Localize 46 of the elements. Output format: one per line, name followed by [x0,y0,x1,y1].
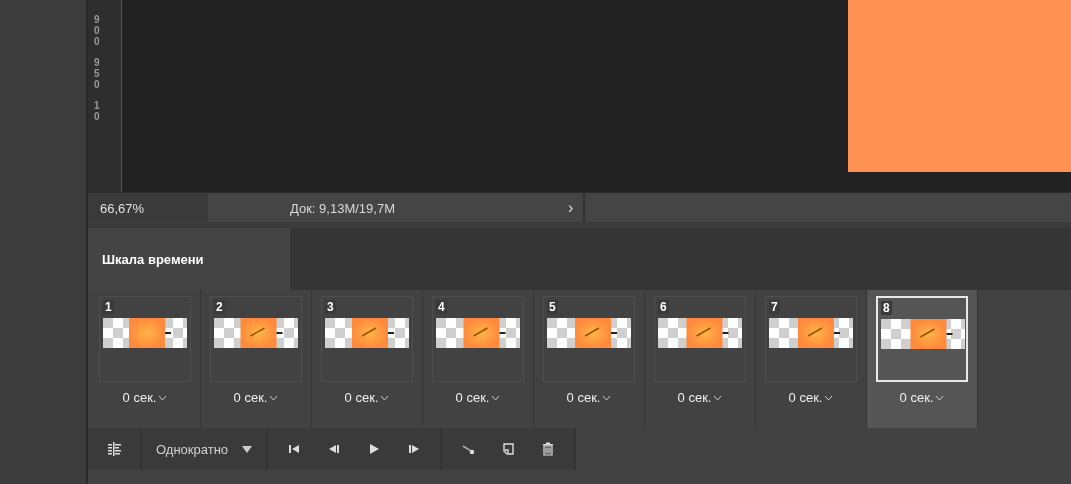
frame-delay-dropdown[interactable]: 0 сек. [673,388,727,407]
frame-number: 8 [881,301,892,315]
animation-frame[interactable]: 1 0 сек. [90,290,201,428]
frame-delay-dropdown[interactable]: 0 сек. [340,388,394,407]
trash-icon [541,442,556,456]
animation-frame[interactable]: 5 0 сек. [534,290,645,428]
animation-frame[interactable]: 6 0 сек. [645,290,756,428]
ruler-label: 10 [94,100,101,122]
chevron-icon [602,394,612,401]
chevron-icon [269,394,279,401]
chevron-icon [491,394,501,401]
ruler-label: 900 [94,14,101,47]
frame-number: 3 [325,300,336,314]
animation-frame[interactable]: 2 0 сек. [201,290,312,428]
tween-icon [461,442,476,456]
chevron-icon [824,394,834,401]
animation-frame[interactable]: 4 0 сек. [423,290,534,428]
skip-back-icon [287,442,302,456]
animation-frame[interactable]: 3 0 сек. [312,290,423,428]
frame-number: 2 [214,300,225,314]
zoom-level: 66,67% [88,193,208,222]
frame-delay-dropdown[interactable]: 0 сек. [562,388,616,407]
frame-delay-dropdown[interactable]: 0 сек. [229,388,283,407]
frame-number: 1 [103,300,114,314]
caret-icon [242,445,253,453]
frame-delay-dropdown[interactable]: 0 сек. [784,388,838,407]
new-page-icon [501,442,516,456]
frame-number: 6 [658,300,669,314]
animation-frame[interactable]: 8 0 сек. [867,290,978,428]
document-size: Док: 9,13M/19,7M [289,200,396,218]
step-back-icon [327,442,342,456]
chevron-icon [158,394,168,401]
timeline-icon [107,442,121,456]
animation-frame[interactable]: 7 0 сек. [756,290,867,428]
frame-delay-dropdown[interactable]: 0 сек. [895,388,949,407]
chevron-icon [935,394,945,401]
frame-delay-dropdown[interactable]: 0 сек. [118,388,172,407]
chevron-icon [380,394,390,401]
frame-delay-dropdown[interactable]: 0 сек. [451,388,505,407]
frame-number: 5 [547,300,558,314]
frame-number: 7 [769,300,780,314]
chevron-icon [713,394,723,401]
ruler-label: 950 [94,57,101,90]
panel-tab[interactable]: Шкала времени [88,228,290,290]
frame-number: 4 [436,300,447,314]
status-menu-button[interactable]: › [558,193,586,222]
